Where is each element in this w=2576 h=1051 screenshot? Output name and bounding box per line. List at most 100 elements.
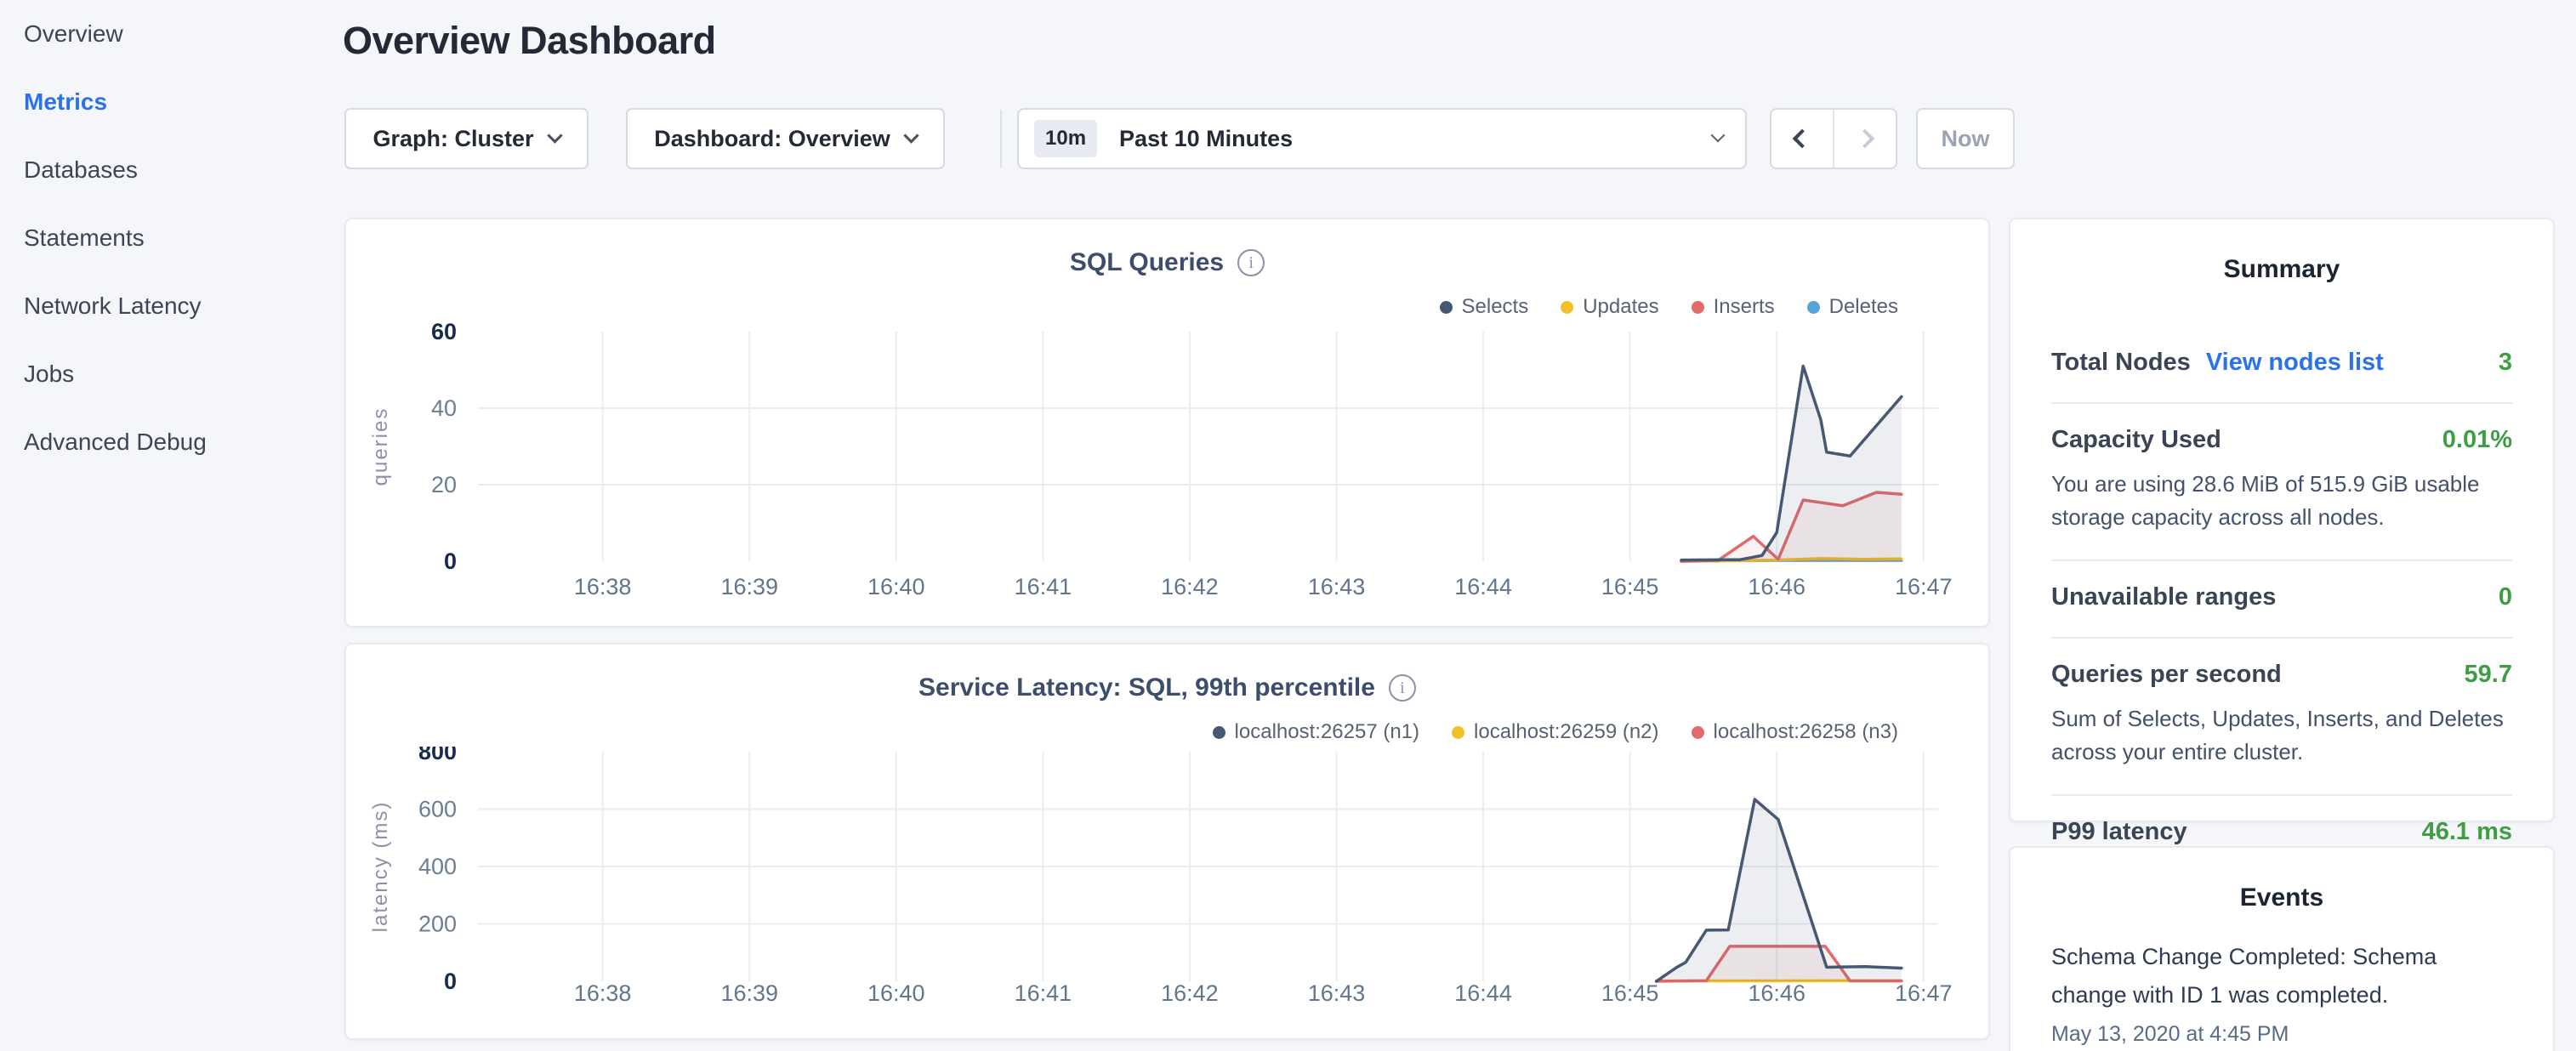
legend-item-inserts[interactable]: Inserts — [1692, 295, 1775, 319]
summary-row-value: 3 — [2499, 349, 2512, 377]
summary-row-unavailable-ranges: Unavailable ranges0 — [2051, 561, 2512, 639]
chevron-right-icon — [1856, 129, 1875, 149]
series-area-localhost-26257-n1- — [1657, 799, 1902, 981]
legend-dot — [1440, 301, 1453, 314]
y-axis-label: latency (ms) — [369, 801, 392, 933]
info-icon[interactable]: i — [1237, 249, 1265, 276]
time-next-button[interactable] — [1834, 110, 1896, 168]
sidebar-item-jobs[interactable]: Jobs — [0, 340, 340, 408]
summary-row-label: Capacity Used — [2051, 426, 2221, 454]
x-tick-label: 16:41 — [1015, 574, 1072, 599]
summary-row-top: Queries per second 59.7 — [2051, 661, 2512, 689]
event-timestamp: May 13, 2020 at 4:45 PM — [2051, 1022, 2512, 1047]
time-window-badge: 10m — [1034, 120, 1097, 157]
event-message: Schema Change Completed: Schema change w… — [2051, 938, 2512, 1014]
time-prev-button[interactable] — [1771, 110, 1834, 168]
summary-row-value: 0 — [2499, 583, 2512, 611]
graph-dropdown[interactable]: Graph: Cluster — [344, 108, 589, 169]
legend-dot — [1213, 726, 1225, 739]
summary-row-top: Total Nodes View nodes list 3 — [2051, 349, 2512, 377]
events-list: Schema Change Completed: Schema change w… — [2051, 938, 2512, 1047]
time-range-selector[interactable]: 10m Past 10 Minutes — [1017, 108, 1747, 169]
sidebar-item-overview[interactable]: Overview — [0, 0, 340, 68]
legend-label: localhost:26259 (n2) — [1474, 720, 1658, 744]
legend-item-localhost-26259-n2-[interactable]: localhost:26259 (n2) — [1452, 720, 1658, 744]
y-tick-label: 0 — [444, 969, 457, 994]
legend-label: localhost:26258 (n3) — [1714, 720, 1898, 744]
info-icon[interactable]: i — [1389, 674, 1416, 702]
chevron-left-icon — [1793, 129, 1812, 149]
y-tick-label: 40 — [431, 395, 457, 421]
time-range-label: Past 10 Minutes — [1119, 126, 1697, 152]
x-tick-label: 16:42 — [1161, 574, 1219, 599]
x-tick-label: 16:45 — [1601, 980, 1659, 1006]
chart-header: Service Latency: SQL, 99th percentile i — [346, 673, 1988, 702]
summary-row-total-nodes: Total Nodes View nodes list 3 — [2051, 327, 2512, 404]
sql-queries-chart-card: SQL Queries i Selects Updates Inserts Delet… — [344, 218, 1990, 628]
legend-dot — [1561, 301, 1573, 314]
legend-dot — [1692, 301, 1704, 314]
summary-row-value: 46.1 ms — [2422, 818, 2512, 846]
x-tick-label: 16:46 — [1748, 574, 1805, 599]
view-nodes-list-link[interactable]: View nodes list — [2206, 349, 2384, 377]
dashboard-dropdown-label: Dashboard: Overview — [654, 126, 890, 152]
y-tick-label: 0 — [444, 548, 457, 574]
legend-item-localhost-26257-n1-[interactable]: localhost:26257 (n1) — [1213, 720, 1419, 744]
y-tick-label: 800 — [418, 747, 457, 764]
y-tick-label: 60 — [431, 321, 457, 344]
legend-item-selects[interactable]: Selects — [1440, 295, 1529, 319]
x-tick-label: 16:47 — [1895, 574, 1953, 599]
page-title: Overview Dashboard — [343, 19, 716, 63]
x-tick-label: 16:39 — [720, 574, 778, 599]
summary-row-label: Total Nodes — [2051, 349, 2191, 377]
x-tick-label: 16:44 — [1454, 980, 1512, 1006]
y-tick-label: 20 — [431, 472, 457, 497]
legend-item-localhost-26258-n3-[interactable]: localhost:26258 (n3) — [1692, 720, 1898, 744]
sql-queries-plot[interactable]: 16:3816:3916:4016:4116:4216:4316:4416:45… — [346, 321, 1992, 629]
summary-row-capacity-used: Capacity Used0.01%You are using 28.6 MiB… — [2051, 404, 2512, 561]
legend-label: Updates — [1583, 295, 1658, 319]
summary-title: Summary — [2051, 255, 2512, 284]
sidebar-item-network-latency[interactable]: Network Latency — [0, 272, 340, 340]
summary-row-value: 59.7 — [2465, 661, 2512, 689]
toolbar: Graph: Cluster Dashboard: Overview 10m P… — [0, 108, 2576, 169]
dashboard-dropdown[interactable]: Dashboard: Overview — [626, 108, 945, 169]
time-step-group — [1770, 108, 1897, 169]
chart-legend: Selects Updates Inserts Deletes — [1440, 294, 1899, 320]
summary-row-label: Queries per second — [2051, 661, 2282, 689]
summary-row-queries-per-second: Queries per second59.7Sum of Selects, Up… — [2051, 639, 2512, 796]
summary-row-top: Capacity Used 0.01% — [2051, 426, 2512, 454]
summary-row-value: 0.01% — [2442, 426, 2512, 454]
legend-dot — [1452, 726, 1464, 739]
sidebar-item-advanced-debug[interactable]: Advanced Debug — [0, 408, 340, 476]
legend-item-deletes[interactable]: Deletes — [1807, 295, 1898, 319]
summary-row-top: P99 latency 46.1 ms — [2051, 818, 2512, 846]
chevron-down-icon — [547, 128, 562, 143]
events-title: Events — [2051, 883, 2512, 912]
event-item[interactable]: Schema Change Completed: Schema change w… — [2051, 938, 2512, 1047]
y-tick-label: 200 — [418, 912, 457, 937]
legend-label: localhost:26257 (n1) — [1235, 720, 1419, 744]
legend-dot — [1807, 301, 1820, 314]
y-tick-label: 400 — [418, 854, 457, 879]
x-tick-label: 16:40 — [867, 980, 925, 1006]
sidebar-item-statements[interactable]: Statements — [0, 204, 340, 272]
x-tick-label: 16:46 — [1748, 980, 1805, 1006]
x-tick-label: 16:43 — [1308, 980, 1366, 1006]
legend-label: Inserts — [1714, 295, 1775, 319]
service-latency-chart-card: Service Latency: SQL, 99th percentile i … — [344, 643, 1990, 1040]
chevron-down-icon — [1711, 128, 1726, 143]
service-latency-plot[interactable]: 16:3816:3916:4016:4116:4216:4316:4416:45… — [346, 747, 1992, 1042]
now-button[interactable]: Now — [1916, 108, 2015, 169]
summary-panel: Summary Total Nodes View nodes list 3 Capac… — [2009, 218, 2555, 822]
legend-label: Deletes — [1829, 295, 1898, 319]
legend-label: Selects — [1462, 295, 1529, 319]
toolbar-divider — [1000, 110, 1002, 168]
legend-item-updates[interactable]: Updates — [1561, 295, 1658, 319]
x-tick-label: 16:39 — [720, 980, 778, 1006]
summary-rows: Total Nodes View nodes list 3 Capacity Used… — [2051, 327, 2512, 872]
x-tick-label: 16:47 — [1895, 980, 1953, 1006]
chart-title: SQL Queries — [1070, 248, 1224, 277]
x-tick-label: 16:40 — [867, 574, 925, 599]
summary-row-label: P99 latency — [2051, 818, 2187, 846]
